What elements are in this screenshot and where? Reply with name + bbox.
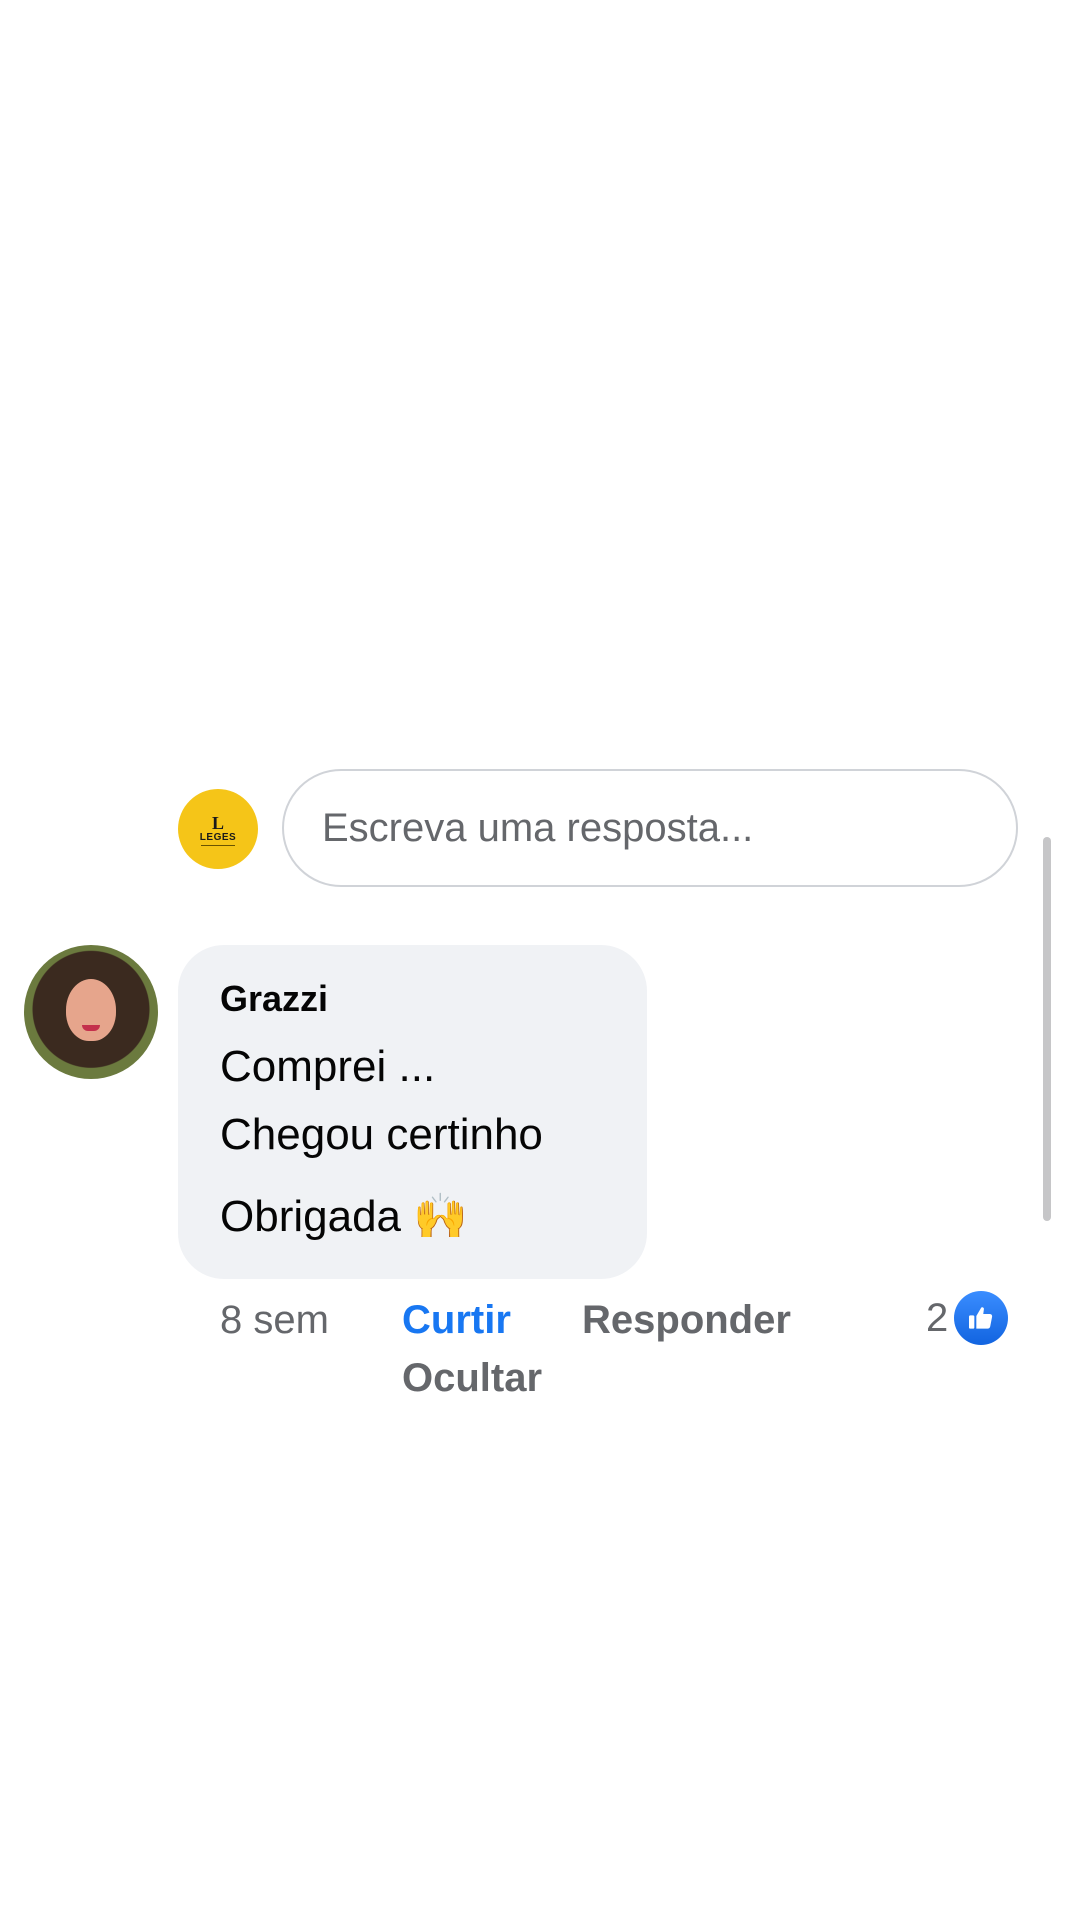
comment-text-line: Comprei ...: [220, 1042, 436, 1091]
avatar-face: [66, 979, 116, 1041]
commenter-avatar[interactable]: [24, 945, 158, 1079]
raising-hands-emoji: 🙌: [413, 1191, 469, 1242]
comment-thread-screen: L LEGES Grazzi Comprei ... Chegou certin…: [0, 0, 1080, 1920]
page-logo-rule: [201, 845, 235, 846]
thumbs-up-icon: [954, 1291, 1009, 1345]
reaction-count: 2: [926, 1295, 949, 1340]
comment-text: Obrigada: [220, 1192, 402, 1241]
hide-button[interactable]: Ocultar: [402, 1354, 542, 1402]
comment-author[interactable]: Grazzi: [220, 979, 607, 1019]
comment-timestamp[interactable]: 8 sem: [220, 1296, 329, 1344]
thumbs-up-glyph: [969, 1307, 993, 1329]
scrollbar[interactable]: [1043, 837, 1051, 1221]
reply-input[interactable]: [282, 769, 1018, 887]
comment-bubble: Grazzi Comprei ... Chegou certinho Obrig…: [178, 945, 647, 1279]
comment-text-line: Chegou certinho: [220, 1110, 543, 1159]
page-logo-mark: L: [211, 813, 224, 833]
reply-button[interactable]: Responder: [582, 1296, 791, 1344]
page-avatar: L LEGES: [178, 789, 258, 869]
page-logo-word: LEGES: [199, 832, 237, 843]
reaction-summary[interactable]: 2: [926, 1290, 1009, 1346]
like-button[interactable]: Curtir: [402, 1296, 511, 1344]
comment-text-line-with-emoji: Obrigada 🙌: [220, 1183, 607, 1251]
